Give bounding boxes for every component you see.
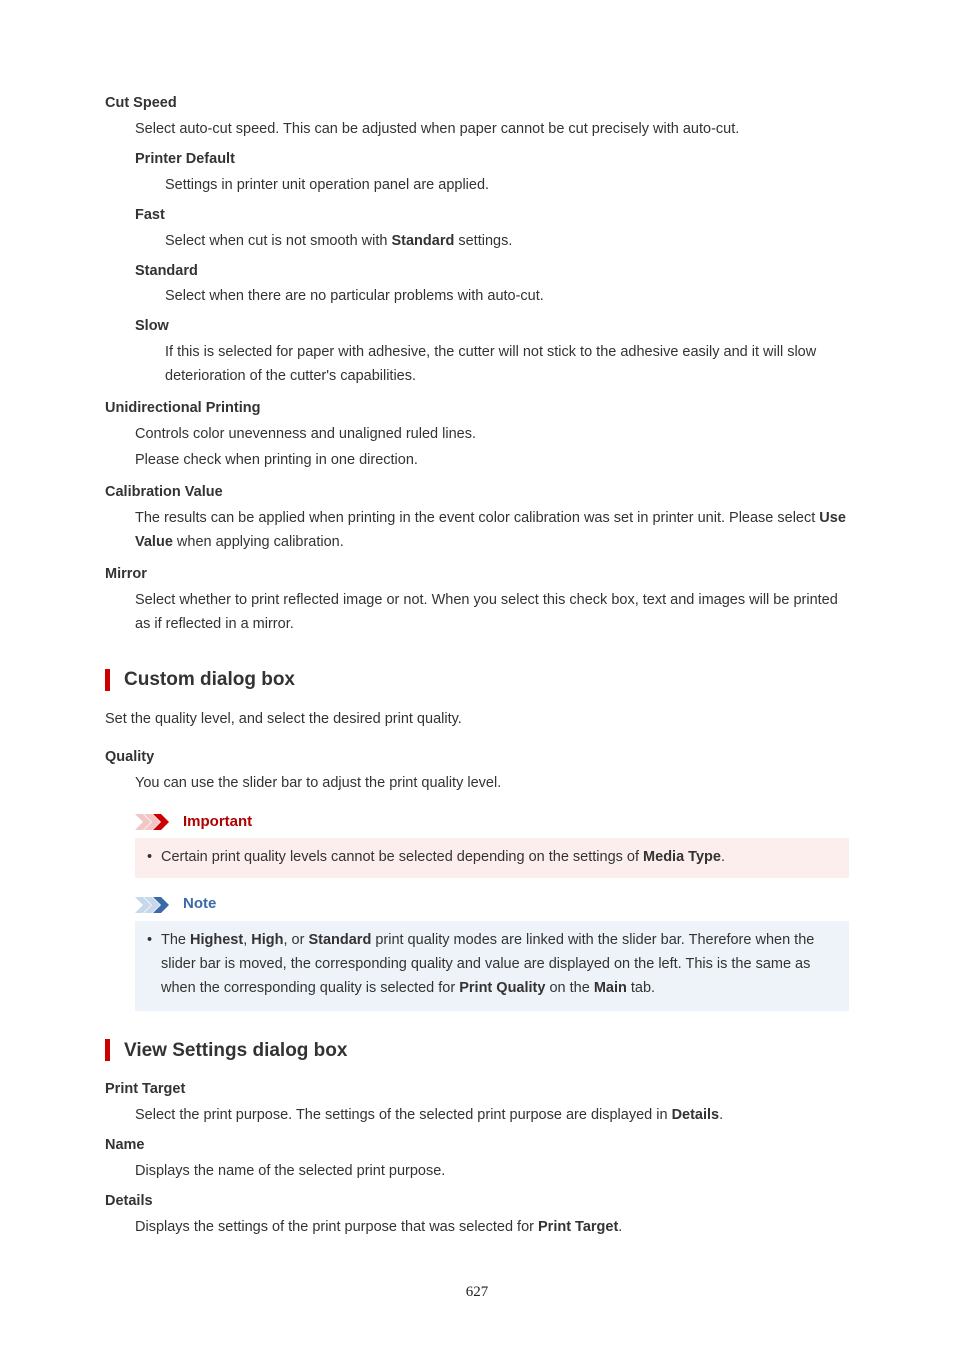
callout-note: Note The Highest, High, or Standard prin… [135, 888, 849, 1011]
text-fast-before: Select when cut is not smooth with [165, 233, 391, 249]
term-quality: Quality [105, 746, 849, 770]
details-before: Displays the settings of the print purpo… [135, 1219, 538, 1235]
desc-details: Displays the settings of the print purpo… [135, 1216, 849, 1240]
calib-after: when applying calibration. [173, 534, 344, 550]
details-after: . [618, 1219, 622, 1235]
callout-note-head: Note [135, 888, 849, 921]
term-mirror: Mirror [105, 563, 849, 587]
subdesc-slow: If this is selected for paper with adhes… [165, 341, 849, 389]
subdesc-standard: Select when there are no particular prob… [165, 285, 849, 309]
uni-line1: Controls color unevenness and unaligned … [135, 423, 849, 447]
term-details: Details [105, 1190, 849, 1214]
heading-custom-dialog: Custom dialog box [105, 664, 849, 695]
note-c2: , or [283, 932, 308, 948]
imp-b1-after: . [721, 849, 725, 865]
subterm-fast: Fast [135, 204, 849, 228]
desc-mirror: Select whether to print reflected image … [135, 589, 849, 637]
text-fast-bold: Standard [391, 233, 454, 249]
note-w3: Standard [308, 932, 371, 948]
callout-important: Important Certain print quality levels c… [135, 806, 849, 879]
term-print-target: Print Target [105, 1078, 849, 1102]
pt-after: . [719, 1107, 723, 1123]
subterm-standard: Standard [135, 260, 849, 284]
heading-bar-icon [105, 1039, 110, 1061]
subterm-slow: Slow [135, 315, 849, 339]
note-w5: Main [594, 980, 627, 996]
imp-b1-before: Certain print quality levels cannot be s… [161, 849, 643, 865]
details-bold: Print Target [538, 1219, 618, 1235]
subdesc-fast: Select when cut is not smooth with Stand… [165, 230, 849, 254]
note-w2: High [251, 932, 283, 948]
desc-calibration: The results can be applied when printing… [135, 507, 849, 555]
custom-lead: Set the quality level, and select the de… [105, 708, 849, 732]
heading-bar-icon [105, 669, 110, 691]
callout-important-title: Important [183, 810, 252, 835]
heading-view-settings: View Settings dialog box [105, 1035, 849, 1066]
callout-important-body: Certain print quality levels cannot be s… [135, 838, 849, 878]
term-cut-speed: Cut Speed [105, 92, 849, 116]
term-unidirectional: Unidirectional Printing [105, 397, 849, 421]
pt-before: Select the print purpose. The settings o… [135, 1107, 672, 1123]
imp-b1-bold: Media Type [643, 849, 721, 865]
callout-note-body: The Highest, High, or Standard print qua… [135, 921, 849, 1011]
desc-name: Displays the name of the selected print … [135, 1160, 849, 1184]
callout-note-title: Note [183, 892, 216, 917]
chevrons-icon [135, 897, 177, 913]
pt-bold: Details [672, 1107, 720, 1123]
desc-cut-speed: Select auto-cut speed. This can be adjus… [135, 118, 849, 142]
note-tail: tab. [627, 980, 655, 996]
important-bullet-1: Certain print quality levels cannot be s… [147, 846, 837, 870]
term-name: Name [105, 1134, 849, 1158]
text-fast-after: settings. [454, 233, 512, 249]
subdesc-printer-default: Settings in printer unit operation panel… [165, 174, 849, 198]
callout-important-head: Important [135, 806, 849, 839]
note-pre: The [161, 932, 190, 948]
desc-print-target: Select the print purpose. The settings o… [135, 1104, 849, 1128]
desc-unidirectional: Controls color unevenness and unaligned … [135, 423, 849, 473]
page-number: 627 [0, 1280, 954, 1305]
note-on: on the [545, 980, 593, 996]
calib-before: The results can be applied when printing… [135, 510, 819, 526]
subterm-printer-default: Printer Default [135, 148, 849, 172]
term-calibration: Calibration Value [105, 481, 849, 505]
desc-quality: You can use the slider bar to adjust the… [135, 772, 849, 796]
heading-custom-title: Custom dialog box [124, 664, 295, 695]
note-w4: Print Quality [459, 980, 545, 996]
chevrons-icon [135, 814, 177, 830]
note-bullet-1: The Highest, High, or Standard print qua… [147, 929, 837, 1001]
heading-view-title: View Settings dialog box [124, 1035, 347, 1066]
uni-line2: Please check when printing in one direct… [135, 449, 849, 473]
note-w1: Highest [190, 932, 243, 948]
